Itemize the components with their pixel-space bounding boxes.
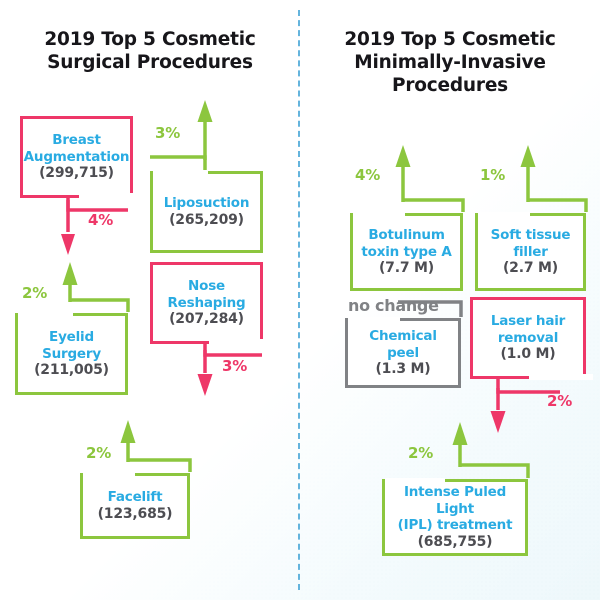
change-label-soft-tissue-filler: 1% (480, 166, 506, 184)
border-notch (348, 317, 400, 323)
procedure-box-breast-augmentation[interactable]: Breast Augmentation (299,715) (20, 116, 141, 199)
procedure-name-line-1: Intense Puled Light (403, 484, 507, 517)
border-notch (83, 472, 135, 478)
right-panel-title: 2019 Top 5 Cosmetic Minimally-Invasive P… (300, 28, 600, 97)
procedure-value: (7.7 M) (378, 260, 434, 276)
procedure-box-eyelid-surgery[interactable]: Eyelid Surgery (211,005) (15, 312, 128, 395)
connector-eyelid-surgery (62, 262, 130, 312)
procedure-name-line-2: (IPL) treatment (397, 517, 513, 534)
procedure-box-soft-tissue-filler[interactable]: Soft tissue filler (2.7 M) (475, 212, 586, 291)
procedure-value: (685,755) (417, 533, 493, 550)
procedure-box-liposuction[interactable]: Liposuction (265,209) (150, 170, 263, 253)
procedure-name-line-1: Laser hair (490, 313, 566, 329)
border-notch (79, 193, 141, 199)
border-notch (153, 170, 208, 176)
procedure-name-line-1: Breast (52, 132, 101, 148)
procedure-box-chemical-peel[interactable]: Chemical peel (1.3 M) (345, 317, 461, 388)
connector-botulinum-toxin (395, 145, 465, 212)
procedure-value: (211,005) (34, 362, 109, 378)
procedure-name-line-2: Reshaping (167, 294, 246, 311)
procedure-name-line-2: Augmentation (23, 148, 130, 165)
infographic-canvas: 2019 Top 5 Cosmetic Surgical Procedures … (0, 0, 600, 600)
change-label-facelift: 2% (86, 444, 112, 462)
connector-soft-tissue-filler (520, 145, 588, 212)
procedure-value: (2.7 M) (502, 260, 558, 276)
right-title-line-2: Minimally-Invasive (354, 52, 546, 73)
procedure-name-line-1: Nose (188, 278, 225, 294)
procedure-name-line-2: Surgery (42, 345, 101, 362)
right-title-line-1: 2019 Top 5 Cosmetic (344, 29, 556, 50)
right-title-line-3: Procedures (391, 75, 508, 96)
change-label-chemical-peel: no change (348, 296, 439, 315)
procedure-value: (299,715) (39, 165, 114, 181)
procedure-value: (1.0 M) (500, 346, 556, 362)
procedure-name-line-2: removal (497, 329, 559, 346)
procedure-box-facelift[interactable]: Facelift (123,685) (80, 472, 190, 539)
procedure-box-ipl[interactable]: Intense Puled Light (IPL) treatment (685… (382, 478, 528, 556)
procedure-name-line-1: Botulinum (368, 227, 445, 243)
border-notch (209, 339, 271, 345)
left-panel-title: 2019 Top 5 Cosmetic Surgical Procedures (0, 28, 300, 74)
procedure-box-nose-reshaping[interactable]: Nose Reshaping (207,284) (150, 262, 271, 345)
procedure-name-line-2: toxin type A (361, 243, 452, 260)
change-label-breast-augmentation: 4% (88, 211, 114, 229)
connector-facelift (120, 420, 192, 472)
procedure-box-botulinum-toxin[interactable]: Botulinum toxin type A (7.7 M) (350, 212, 463, 291)
change-label-liposuction: 3% (155, 124, 181, 142)
procedure-name-line-1: Liposuction (163, 195, 250, 212)
procedure-name-line-1: Soft tissue (490, 227, 571, 243)
border-notch (529, 374, 593, 380)
procedure-box-laser-hair-removal[interactable]: Laser hair removal (1.0 M) (470, 297, 593, 380)
procedure-value: (265,209) (169, 211, 244, 228)
left-title-line-2: Surgical Procedures (47, 52, 253, 73)
border-notch (353, 212, 405, 218)
procedure-name-line-1: Chemical (369, 328, 437, 344)
procedure-name-line-2: peel (387, 344, 419, 361)
connector-ipl (452, 422, 530, 478)
border-notch (478, 212, 530, 218)
change-label-ipl: 2% (408, 444, 434, 462)
change-label-eyelid-surgery: 2% (22, 284, 48, 302)
procedure-name-line-2: filler (513, 243, 548, 260)
procedure-name-line-1: Eyelid (49, 329, 94, 345)
change-label-botulinum-toxin: 4% (355, 166, 381, 184)
border-notch (385, 478, 445, 484)
left-title-line-1: 2019 Top 5 Cosmetic (44, 29, 256, 50)
procedure-name-line-1: Facelift (107, 489, 163, 506)
panel-divider (298, 10, 300, 590)
change-label-nose-reshaping: 3% (222, 357, 248, 375)
change-label-laser-hair-removal: 2% (547, 392, 573, 410)
border-notch (18, 312, 73, 318)
procedure-value: (207,284) (169, 311, 244, 327)
procedure-value: (123,685) (97, 505, 173, 522)
procedure-value: (1.3 M) (375, 361, 431, 377)
